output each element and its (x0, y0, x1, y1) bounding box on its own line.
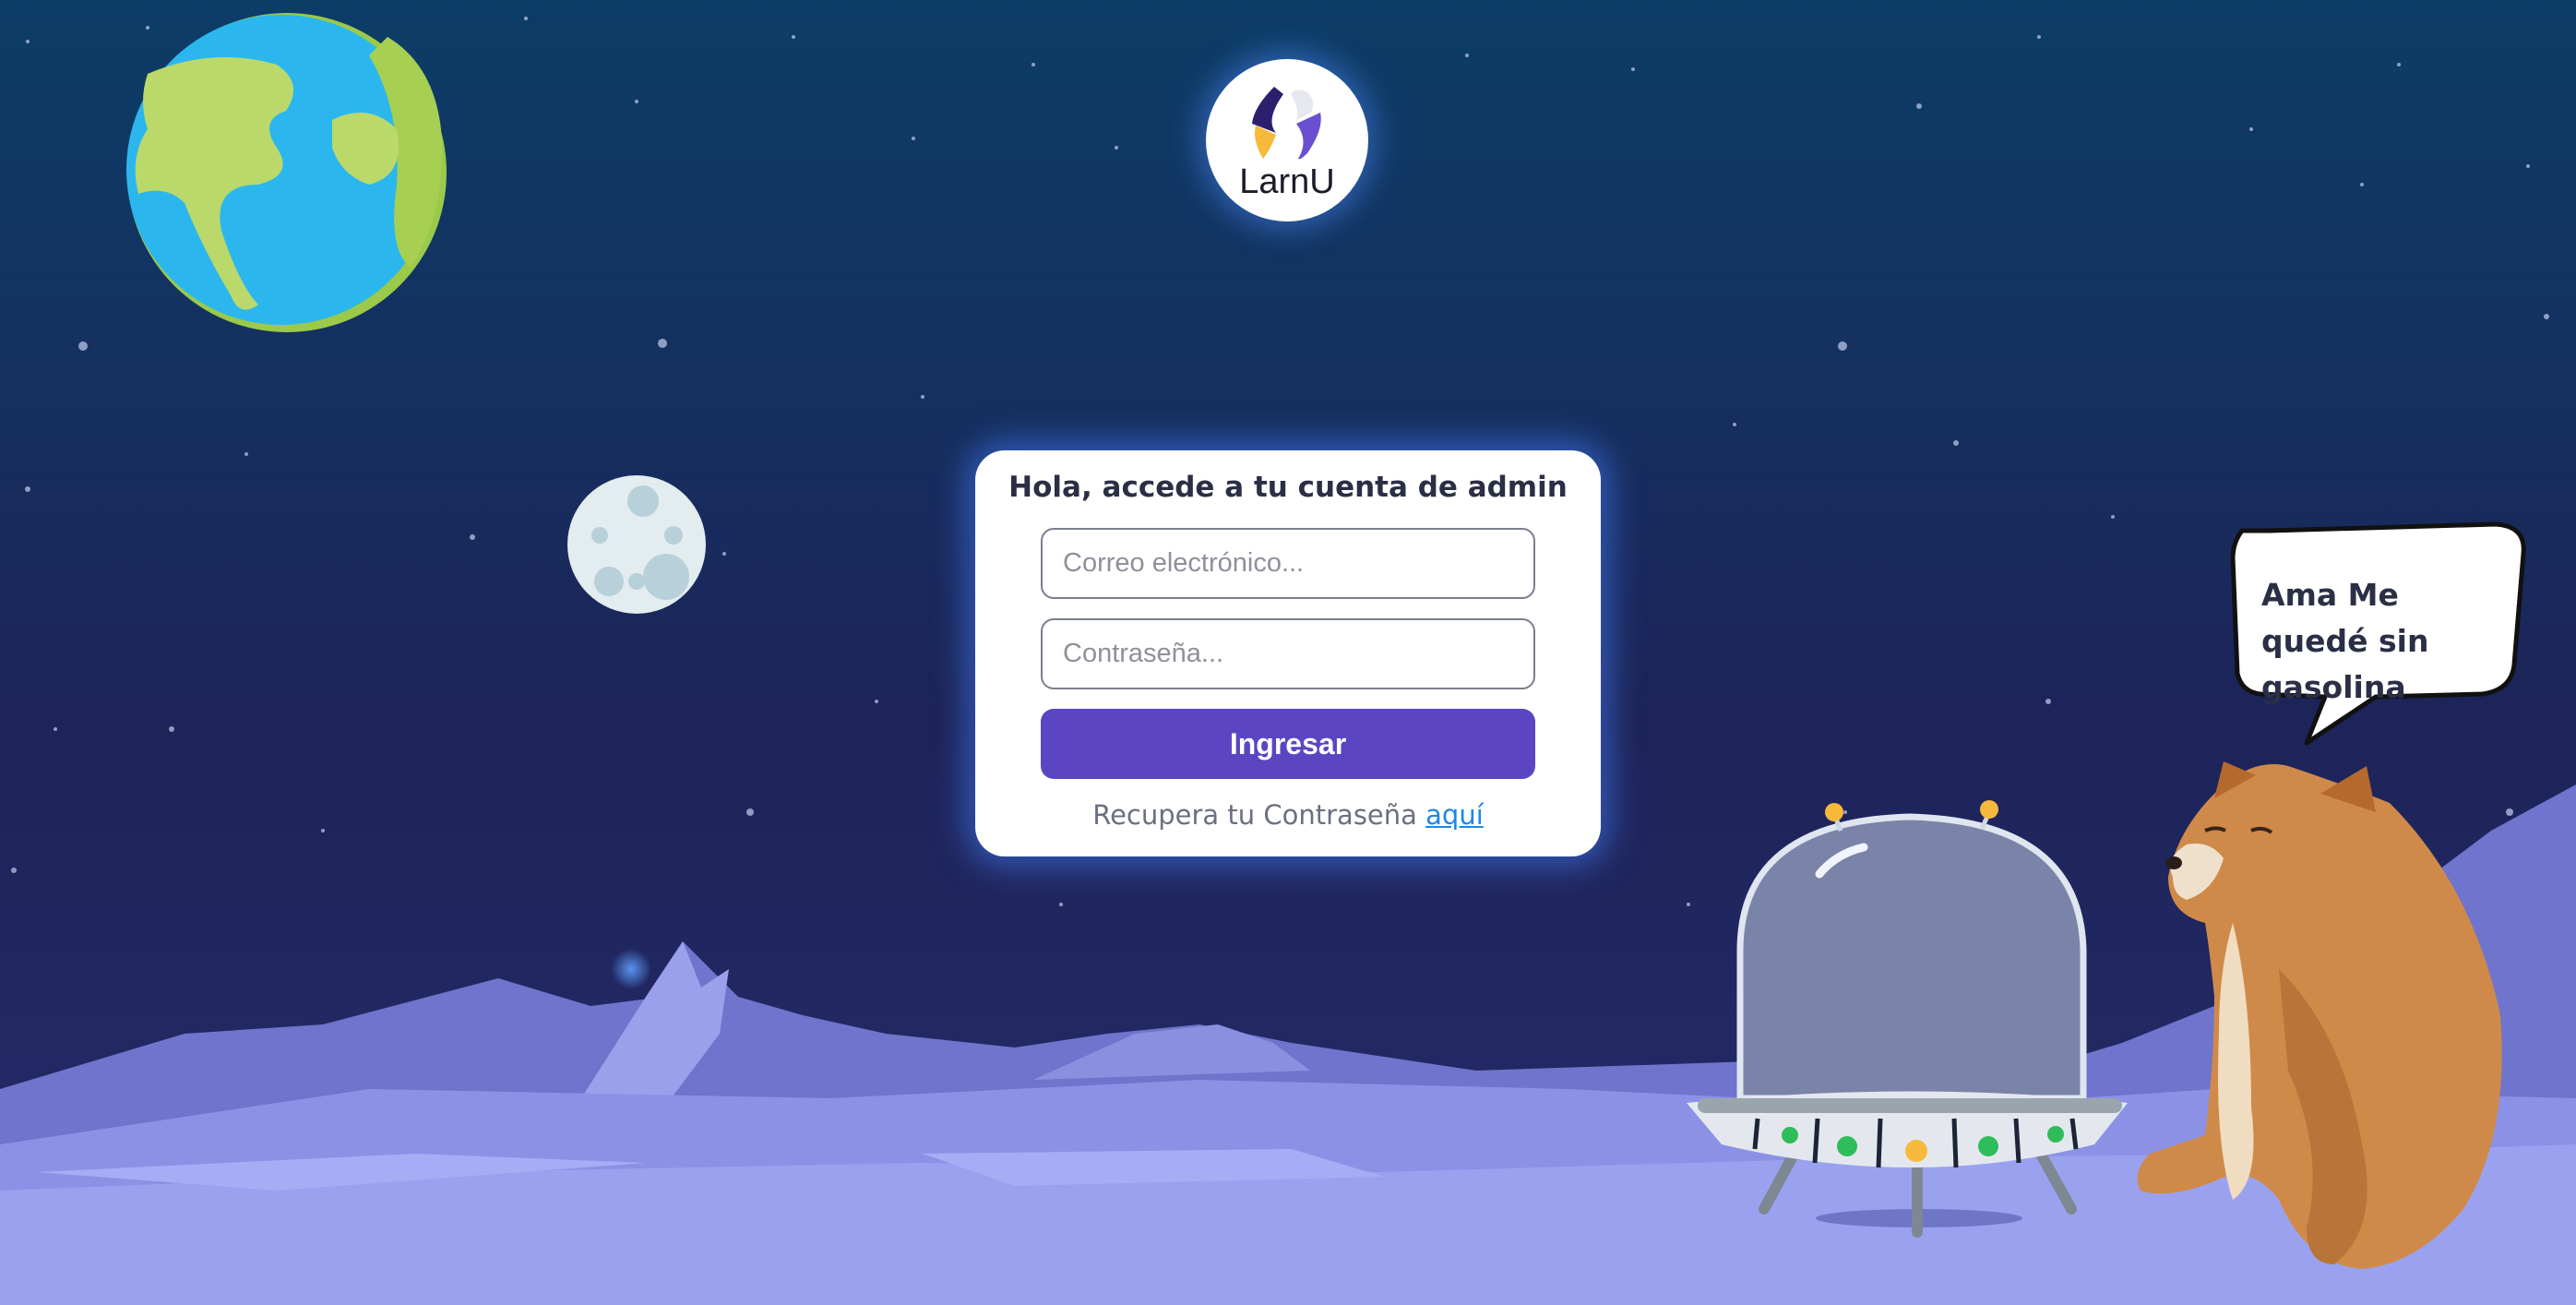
logo-text: LarnU (1239, 162, 1335, 201)
password-input[interactable] (1041, 618, 1535, 689)
earth-illustration (126, 13, 447, 332)
login-title: Hola, accede a tu cuenta de admin (1008, 471, 1568, 504)
email-input[interactable] (1041, 528, 1535, 599)
larnu-logo: LarnU (1206, 59, 1368, 221)
recover-text: Recupera tu Contraseña (1092, 799, 1417, 831)
larnu-logo-icon (1252, 87, 1321, 160)
moon-illustration (567, 475, 706, 614)
speech-bubble-text: Ama Me quedé sin gasolina (2261, 577, 2429, 705)
login-card: Hola, accede a tu cuenta de admin Ingres… (975, 450, 1601, 856)
login-button[interactable]: Ingresar (1041, 709, 1535, 779)
recover-password: Recupera tu Contraseña aquí (975, 799, 1601, 831)
recover-link[interactable]: aquí (1425, 799, 1484, 831)
